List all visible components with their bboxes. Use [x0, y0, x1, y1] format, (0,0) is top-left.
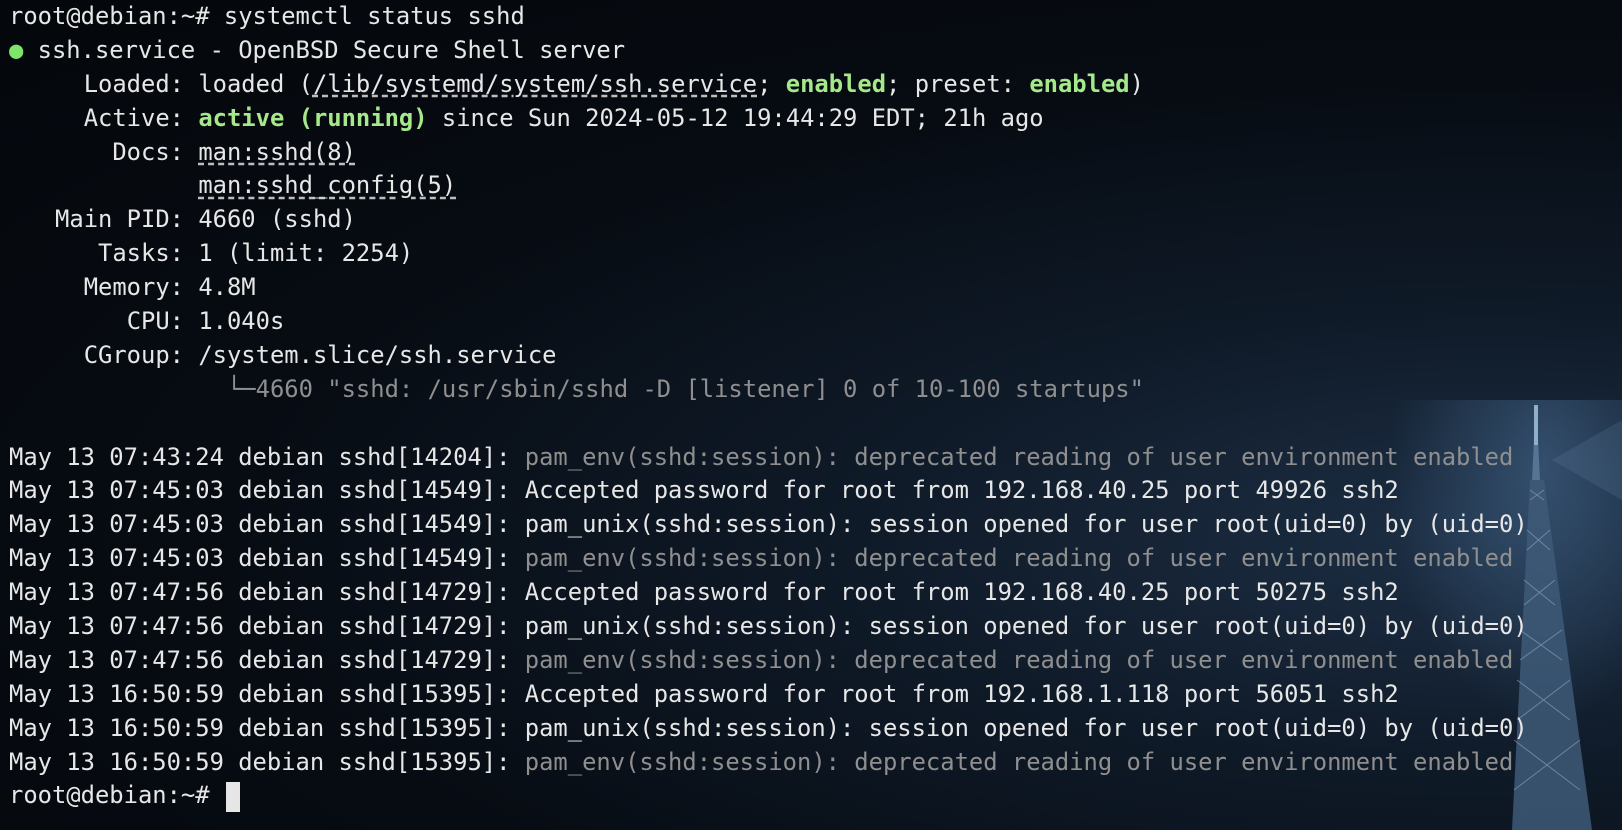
log-message: pam_unix(sshd:session): session opened f…: [524, 510, 1528, 539]
log-prefix: May 13 07:47:56 debian sshd[14729]:: [9, 578, 525, 607]
docs-line-2: man:sshd_config(5): [9, 169, 1609, 203]
log-message: pam_unix(sshd:session): session opened f…: [524, 612, 1528, 641]
log-entry: May 13 07:45:03 debian sshd[14549]: Acce…: [9, 474, 1609, 508]
cgroup-value: /system.slice/ssh.service: [198, 340, 557, 369]
enabled-state: enabled: [785, 69, 887, 98]
command-text: systemctl status sshd: [223, 2, 525, 30]
unit-file-path-link[interactable]: /lib/systemd/system/ssh.service: [313, 70, 757, 98]
terminal-window[interactable]: root@debian:~# systemctl status sshd ● s…: [9, 0, 1609, 830]
log-prefix: May 13 07:45:03 debian sshd[14549]:: [9, 510, 525, 539]
active-line: Active: active (running) since Sun 2024-…: [9, 102, 1609, 136]
service-title-line: ● ssh.service - OpenBSD Secure Shell ser…: [9, 34, 1609, 68]
docs-link-sshd-config[interactable]: man:sshd_config(5): [198, 171, 456, 199]
log-prefix: May 13 07:47:56 debian sshd[14729]:: [9, 612, 525, 641]
journal-log: May 13 07:43:24 debian sshd[14204]: pam_…: [9, 441, 1609, 780]
main-pid-label: Main PID:: [55, 205, 184, 234]
log-entry: May 13 07:45:03 debian sshd[14549]: pam_…: [9, 542, 1609, 576]
log-entry: May 13 07:47:56 debian sshd[14729]: pam_…: [9, 644, 1609, 678]
cgroup-process: 4660 "sshd: /usr/sbin/sshd -D [listener]…: [255, 374, 1144, 403]
cpu-value: 1.040s: [198, 307, 285, 336]
loaded-sep1: ;: [757, 69, 786, 98]
log-entry: May 13 07:45:03 debian sshd[14549]: pam_…: [9, 508, 1609, 542]
log-message: Accepted password for root from 192.168.…: [524, 476, 1399, 505]
tasks-label: Tasks:: [98, 239, 184, 268]
active-since: since Sun 2024-05-12 19:44:29 EDT; 21h a…: [427, 103, 1044, 132]
log-prefix: May 13 07:43:24 debian sshd[14204]:: [9, 442, 525, 471]
log-message: Accepted password for root from 192.168.…: [524, 679, 1399, 708]
cpu-label: CPU:: [126, 307, 184, 336]
cgroup-line: CGroup: /system.slice/ssh.service: [9, 339, 1609, 373]
log-message: pam_env(sshd:session): deprecated readin…: [524, 544, 1514, 573]
cgroup-process-line: └─4660 "sshd: /usr/sbin/sshd -D [listene…: [9, 373, 1609, 407]
command-line: root@debian:~# systemctl status sshd: [9, 0, 1609, 34]
log-message: Accepted password for root from 192.168.…: [524, 578, 1399, 607]
memory-value: 4.8M: [198, 273, 256, 302]
log-prefix: May 13 07:47:56 debian sshd[14729]:: [9, 645, 525, 674]
loaded-sep2: ; preset:: [886, 69, 1030, 98]
tasks-line: Tasks: 1 (limit: 2254): [9, 237, 1609, 271]
docs-link-sshd[interactable]: man:sshd(8): [198, 138, 356, 166]
active-label: Active:: [83, 103, 184, 132]
loaded-suffix: ): [1129, 69, 1144, 98]
service-title: ssh.service - OpenBSD Secure Shell serve…: [37, 35, 626, 64]
log-prefix: May 13 16:50:59 debian sshd[15395]:: [9, 679, 525, 708]
tasks-value: 1 (limit: 2254): [198, 239, 414, 268]
active-state: active (running): [198, 103, 428, 132]
log-prefix: May 13 07:45:03 debian sshd[14549]:: [9, 544, 525, 573]
log-entry: May 13 07:47:56 debian sshd[14729]: Acce…: [9, 576, 1609, 610]
main-pid-line: Main PID: 4660 (sshd): [9, 203, 1609, 237]
cpu-line: CPU: 1.040s: [9, 305, 1609, 339]
log-message: pam_env(sshd:session): deprecated readin…: [524, 645, 1514, 674]
cgroup-label: CGroup:: [83, 340, 184, 369]
docs-label: Docs:: [112, 137, 184, 166]
loaded-line: Loaded: loaded (/lib/systemd/system/ssh.…: [9, 68, 1609, 102]
log-entry: May 13 16:50:59 debian sshd[15395]: pam_…: [9, 712, 1609, 746]
log-message: pam_env(sshd:session): deprecated readin…: [524, 747, 1514, 776]
log-entry: May 13 07:47:56 debian sshd[14729]: pam_…: [9, 610, 1609, 644]
log-prefix: May 13 16:50:59 debian sshd[15395]:: [9, 747, 525, 776]
log-prefix: May 13 16:50:59 debian sshd[15395]:: [9, 713, 525, 742]
log-prefix: May 13 07:45:03 debian sshd[14549]:: [9, 476, 525, 505]
loaded-prefix: loaded (: [198, 69, 313, 98]
status-dot-icon: ●: [9, 35, 24, 64]
preset-state: enabled: [1029, 69, 1130, 98]
shell-prompt: root@debian:~#: [9, 781, 224, 810]
tree-branch-icon: └─: [226, 374, 256, 403]
log-message: pam_env(sshd:session): deprecated readin…: [524, 442, 1514, 471]
shell-prompt: root@debian:~#: [9, 2, 224, 30]
loaded-label: Loaded:: [83, 69, 184, 98]
docs-line: Docs: man:sshd(8): [9, 136, 1609, 170]
final-prompt-line[interactable]: root@debian:~#: [9, 779, 1609, 813]
log-entry: May 13 07:43:24 debian sshd[14204]: pam_…: [9, 441, 1609, 475]
memory-line: Memory: 4.8M: [9, 271, 1609, 305]
log-message: pam_unix(sshd:session): session opened f…: [524, 713, 1528, 742]
log-entry: May 13 16:50:59 debian sshd[15395]: pam_…: [9, 746, 1609, 780]
memory-label: Memory:: [83, 273, 184, 302]
log-entry: May 13 16:50:59 debian sshd[15395]: Acce…: [9, 678, 1609, 712]
main-pid-value: 4660 (sshd): [198, 205, 356, 234]
text-cursor: [225, 781, 240, 812]
